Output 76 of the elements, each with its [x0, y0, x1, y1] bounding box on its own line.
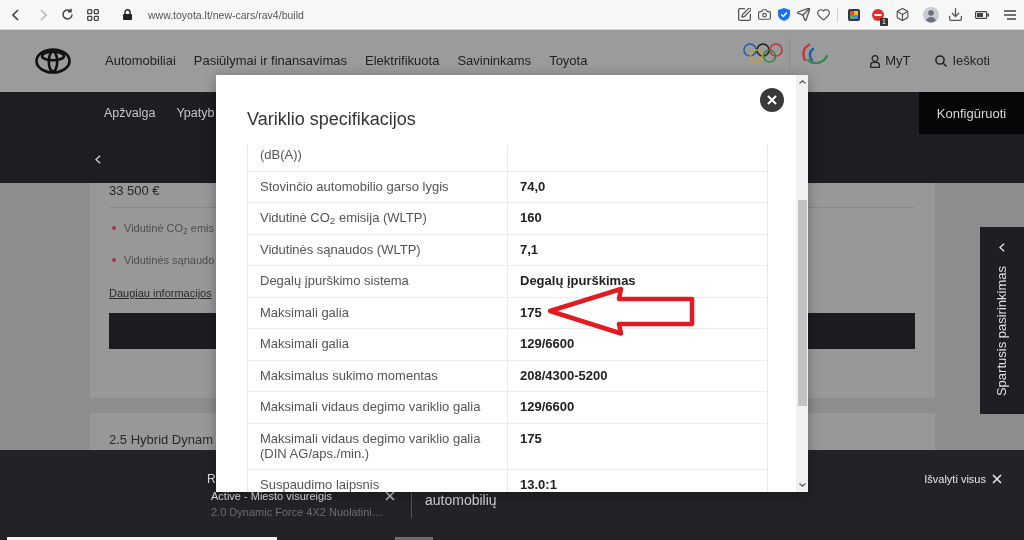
nav-link[interactable]: Automobiliai: [105, 53, 176, 69]
spec-value: 129/6600: [520, 336, 575, 351]
spec-value: 160: [520, 210, 542, 225]
nav-link[interactable]: Elektrifikuota: [365, 53, 440, 69]
filter-detail: 2.0 Dynamic Force 4X2 Nuolatini…: [211, 505, 383, 519]
close-button[interactable]: [760, 88, 784, 112]
back-icon[interactable]: [12, 8, 19, 21]
user-icon: [870, 54, 881, 68]
strip-segment: [395, 537, 433, 540]
grid-icon[interactable]: [87, 8, 99, 21]
camera-icon[interactable]: [758, 8, 771, 21]
chevron-left-icon[interactable]: [95, 155, 101, 164]
spec-label: Maksimali vidaus degimo variklio galia (DIN AG/aps./min.): [260, 430, 482, 461]
spec-label: Maksimali galia: [260, 304, 349, 320]
search-link[interactable]: Ieškoti: [935, 53, 990, 69]
shield-icon[interactable]: [778, 8, 790, 21]
reload-icon[interactable]: [61, 8, 74, 21]
scrollbar-thumb[interactable]: [797, 200, 807, 406]
nav-link[interactable]: Toyota: [549, 53, 588, 69]
spec-value: 175: [520, 304, 542, 320]
lock-icon: [123, 9, 132, 20]
spec-value: 208/4300-5200: [520, 367, 608, 383]
edit-icon[interactable]: [738, 8, 751, 21]
clear-all-button[interactable]: Išvalyti visus: [924, 472, 1002, 486]
spec-label: Degalų įpurškimo sistema: [260, 273, 409, 288]
spec-label: Vidutinė CO$_{2}$ emisija (WLTP): [260, 210, 427, 225]
menu-icon[interactable]: [1004, 9, 1016, 20]
engine-title: 2.5 Hybrid Dynam: [109, 432, 214, 448]
remove-icon: [385, 491, 395, 501]
close-icon: [767, 95, 777, 105]
result-count: automobilių: [425, 493, 497, 507]
spec-label: Maksimalus sukimo momentas: [260, 367, 438, 383]
no-entry-icon[interactable]: [872, 8, 884, 21]
quick-select-tab[interactable]: Spartusis pasirinkimas: [980, 227, 1024, 414]
close-icon: [992, 474, 1002, 484]
spec-label: (dB(A)): [260, 147, 302, 162]
spec-value: 175: [520, 430, 542, 446]
account-link[interactable]: MyT: [870, 53, 911, 69]
heart-icon[interactable]: [817, 8, 830, 21]
caret-down-icon[interactable]: [798, 483, 806, 487]
spec-value: 129/6600: [520, 399, 575, 414]
subnav-tab[interactable]: Ypatyb: [176, 105, 215, 121]
arcs-logo-icon: [800, 42, 830, 64]
spec-value: 13.0:1: [520, 477, 557, 492]
send-icon[interactable]: [797, 8, 810, 21]
spec-bullet: Vidutinės sąnaudo: [124, 253, 215, 268]
bullet-icon: [112, 258, 116, 262]
spec-label: Vidutinės sąnaudos (WLTP): [260, 241, 421, 257]
spec-label: Suspaudimo laipsnis: [260, 477, 380, 492]
subnav-tab[interactable]: Apžvalga: [104, 105, 156, 121]
rings-logo-icon: [743, 43, 784, 63]
avatar-icon[interactable]: [923, 6, 939, 23]
spec-value: 7,1: [520, 241, 539, 257]
dialog-title: Variklio specifikacijos: [247, 108, 416, 131]
battery-icon: [975, 10, 989, 19]
nav-link[interactable]: Pasiūlymai ir finansavimas: [193, 53, 347, 69]
url-field[interactable]: www.toyota.lt/new-cars/rav4/build: [148, 7, 304, 22]
logo-icon[interactable]: [35, 48, 71, 74]
caret-up-icon[interactable]: [798, 80, 806, 84]
nav-link[interactable]: Savininkams: [457, 53, 532, 69]
search-icon: [935, 55, 948, 67]
price-text: 33 500 €: [109, 184, 160, 198]
cube-icon[interactable]: [896, 8, 909, 21]
spec-label: Maksimali galia: [260, 336, 349, 351]
spec-bullet: Vidutinė CO$_{2}$ emis: [124, 221, 214, 236]
download-icon[interactable]: [949, 8, 962, 21]
tiles-icon[interactable]: [848, 8, 860, 21]
spec-value: Degalų įpurškimas: [520, 273, 636, 288]
spec-label: Stovinčio automobilio garso lygis: [260, 178, 449, 194]
chevron-left-icon: [999, 243, 1005, 252]
bullet-icon: [112, 226, 116, 230]
configure-button[interactable]: Konfigūruoti: [919, 92, 1024, 134]
filter-heading: R: [207, 472, 216, 486]
more-info-link[interactable]: Daugiau informacijos: [109, 285, 212, 301]
spec-value: 74,0: [520, 178, 546, 194]
spec-label: Maksimali vidaus degimo variklio galia: [260, 399, 481, 414]
